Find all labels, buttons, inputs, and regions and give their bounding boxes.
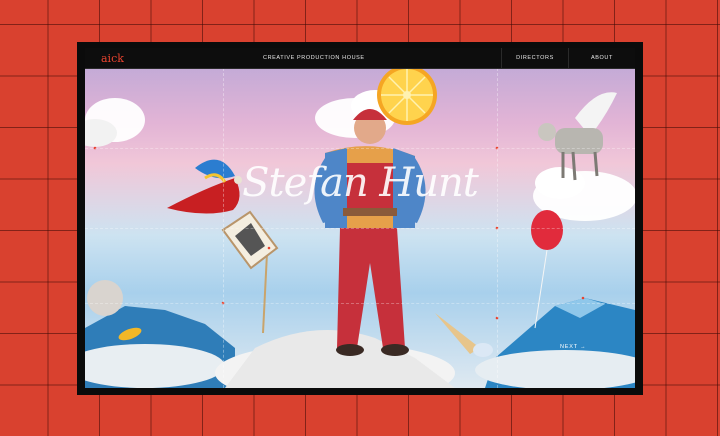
guide-line [85,303,635,304]
guide-line [85,228,635,229]
arrow-right-icon: → [580,344,587,350]
top-navigation: aick CREATIVE PRODUCTION HOUSE DIRECTORS… [85,48,635,69]
nav-directors-link[interactable]: DIRECTORS [501,48,568,68]
browser-frame: aick CREATIVE PRODUCTION HOUSE DIRECTORS… [77,42,643,395]
next-label: NEXT [560,344,578,350]
site-viewport: aick CREATIVE PRODUCTION HOUSE DIRECTORS… [85,48,635,388]
next-link[interactable]: NEXT → [560,344,586,350]
director-name-title[interactable]: Stefan Hunt [85,160,635,206]
site-tagline: CREATIVE PRODUCTION HOUSE [263,55,365,61]
site-logo[interactable]: aick [85,52,173,65]
hero-scene-image [85,65,635,388]
guide-line [85,148,635,149]
nav-about-link[interactable]: ABOUT [568,48,635,68]
